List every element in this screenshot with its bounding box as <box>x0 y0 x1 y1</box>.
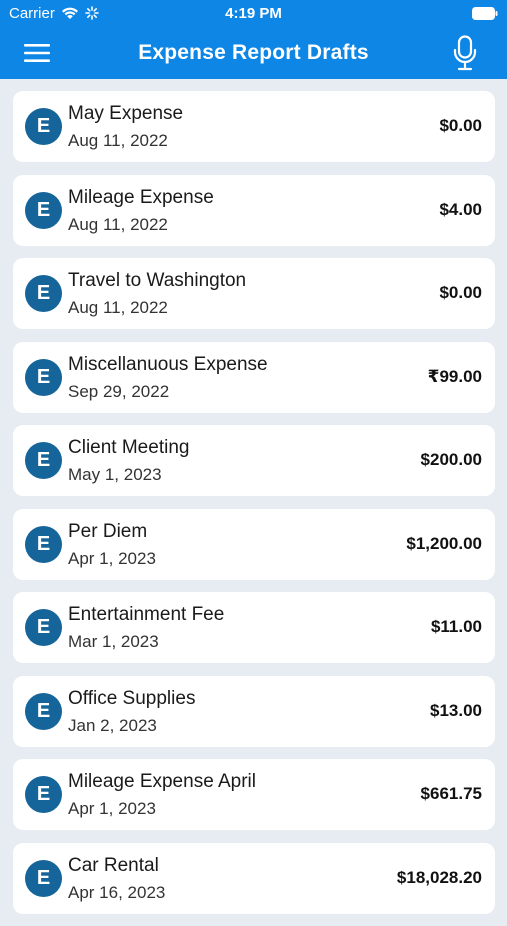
nav-bar: Expense Report Drafts <box>0 28 507 79</box>
report-amount: $13.00 <box>430 700 482 720</box>
report-amount: $0.00 <box>439 116 482 135</box>
report-card[interactable]: E Entertainment Fee Mar 1, 2023 $11.00 <box>13 592 495 663</box>
report-date: Aug 11, 2022 <box>68 131 168 150</box>
report-card[interactable]: E Car Rental Apr 16, 2023 $18,028.20 <box>13 842 495 914</box>
report-date: Aug 11, 2022 <box>68 214 168 234</box>
report-avatar: E <box>25 442 62 479</box>
voice-input-button[interactable] <box>445 32 485 74</box>
report-title: May Expense <box>68 103 184 124</box>
report-amount: $661.75 <box>420 784 482 803</box>
report-title: Miscellanuous Expense <box>68 353 268 375</box>
report-avatar: E <box>25 609 62 646</box>
report-title: Mileage Expense April <box>68 771 256 792</box>
report-date: Sep 29, 2022 <box>68 381 170 401</box>
report-title: Car Rental <box>68 854 159 876</box>
report-title: Office Supplies <box>68 687 196 709</box>
report-card[interactable]: E Travel to Washington Aug 11, 2022 $0.00 <box>13 258 495 329</box>
report-avatar: E <box>25 859 62 897</box>
report-avatar: E <box>25 191 62 229</box>
report-amount: ₹99.00 <box>427 366 482 386</box>
report-title: Client Meeting <box>68 437 190 458</box>
report-date: Apr 1, 2023 <box>68 548 156 568</box>
report-date: Apr 1, 2023 <box>68 799 156 818</box>
report-date: Aug 11, 2022 <box>68 298 168 317</box>
report-amount: $18,028.20 <box>396 867 482 887</box>
report-amount: $11.00 <box>430 617 482 636</box>
battery-icon <box>472 7 498 20</box>
report-amount: $0.00 <box>439 283 482 302</box>
report-card[interactable]: E Office Supplies Jan 2, 2023 $13.00 <box>13 675 495 747</box>
report-card[interactable]: E May Expense Aug 11, 2022 $0.00 <box>13 91 495 162</box>
page-title: Expense Report Drafts <box>138 41 369 64</box>
report-amount: $1,200.00 <box>406 533 482 553</box>
report-avatar: E <box>25 108 62 145</box>
report-title: Mileage Expense <box>68 186 214 208</box>
report-avatar: E <box>25 275 62 312</box>
report-avatar: E <box>25 525 62 563</box>
report-avatar: E <box>25 776 62 813</box>
status-bar: Carrier 4:19 PM <box>0 0 507 28</box>
report-amount: $200.00 <box>420 450 482 469</box>
report-date: May 1, 2023 <box>68 465 162 484</box>
report-title: Per Diem <box>68 520 148 542</box>
report-avatar: E <box>25 358 62 396</box>
report-card[interactable]: E Per Diem Apr 1, 2023 $1,200.00 <box>13 508 495 580</box>
app-header: Carrier 4:19 PM Expense Report Drafts <box>0 0 507 79</box>
report-amount: $4.00 <box>439 199 482 219</box>
report-card[interactable]: E Mileage Expense Aug 11, 2022 $4.00 <box>13 174 495 246</box>
report-title: Entertainment Fee <box>68 604 225 625</box>
report-card[interactable]: E Client Meeting May 1, 2023 $200.00 <box>13 425 495 496</box>
expense-report-list: E May Expense Aug 11, 2022 $0.00 E Mileage Ex… <box>13 91 495 926</box>
status-time: 4:19 PM <box>225 5 282 22</box>
report-card[interactable]: E Mileage Expense April Apr 1, 2023 $661.75 <box>13 759 495 830</box>
report-date: Mar 1, 2023 <box>68 632 159 651</box>
report-date: Jan 2, 2023 <box>68 715 157 735</box>
report-avatar: E <box>25 692 62 730</box>
microphone-icon <box>453 35 477 71</box>
report-title: Travel to Washington <box>68 270 247 291</box>
report-card[interactable]: E Miscellanuous Expense Sep 29, 2022 ₹99.00 <box>13 341 495 413</box>
